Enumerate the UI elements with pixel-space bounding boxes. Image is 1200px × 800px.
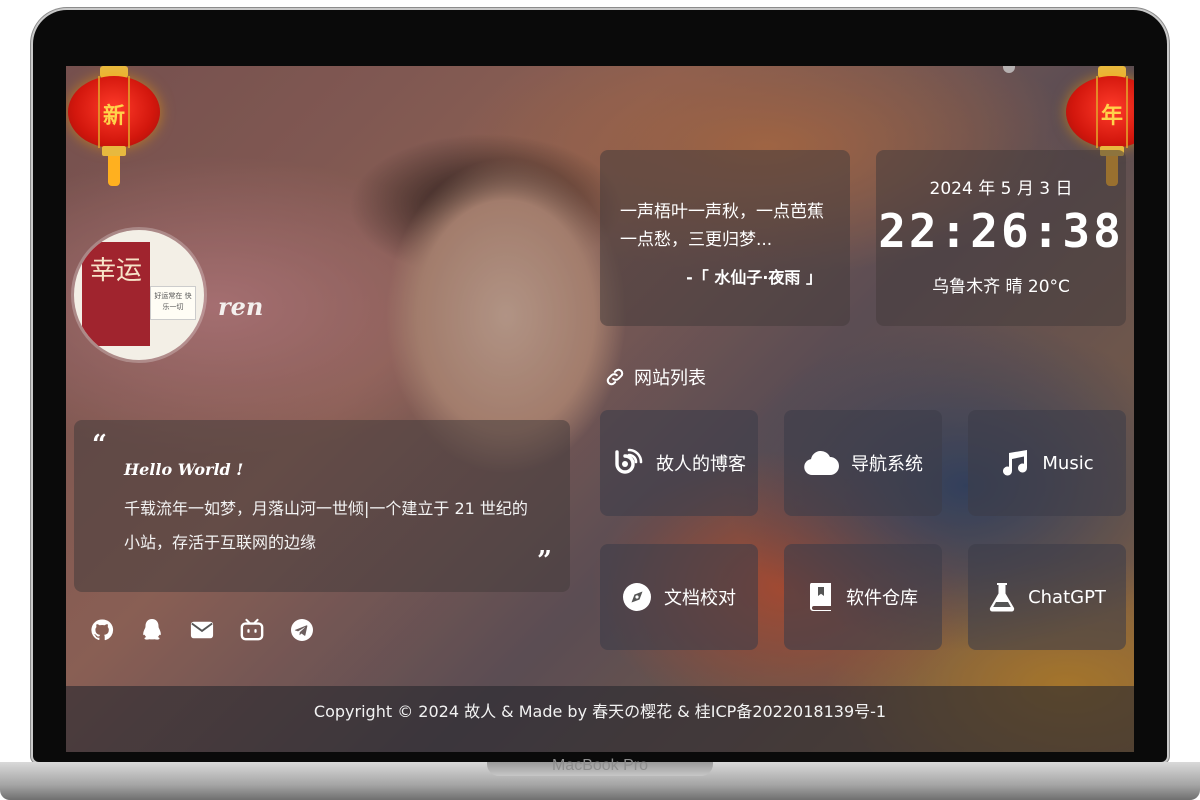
site-tile-blog[interactable]: 故人的博客	[600, 410, 758, 516]
close-quote-icon: ”	[537, 546, 552, 576]
site-tile-software[interactable]: 软件仓库	[784, 544, 942, 650]
site-tile-label: Music	[1042, 452, 1094, 474]
link-icon	[606, 368, 624, 386]
site-tile-navigation[interactable]: 导航系统	[784, 410, 942, 516]
mail-icon[interactable]	[190, 618, 214, 642]
poem-text: 一声梧叶一声秋，一点芭蕉一点愁，三更归梦...	[620, 202, 824, 250]
poem-source: -「 水仙子·夜雨 」	[686, 268, 822, 287]
book-icon	[809, 583, 831, 611]
site-tile-chatgpt[interactable]: ChatGPT	[968, 544, 1126, 650]
site-tile-label: ChatGPT	[1028, 586, 1106, 608]
cloud-icon	[804, 450, 839, 475]
qq-icon[interactable]	[140, 618, 164, 642]
device-label: MacBook Pro	[551, 757, 649, 774]
site-tile-label: 导航系统	[851, 454, 923, 475]
site-tile-music[interactable]: Music	[968, 410, 1126, 516]
open-quote-icon: “	[92, 430, 107, 460]
hello-title: Hello World !	[124, 460, 244, 479]
hello-card: “ Hello World ! 千载流年一如梦，月落山河一世倾|一个建立于 21…	[74, 420, 570, 592]
site-tile-docs[interactable]: 文档校对	[600, 544, 758, 650]
github-icon[interactable]	[90, 618, 114, 642]
lantern-left-icon: 新	[68, 66, 160, 186]
site-list-title: 网站列表	[604, 364, 706, 390]
site-list-label: 网站列表	[634, 368, 706, 389]
flask-icon	[989, 583, 1015, 612]
compass-icon	[623, 583, 651, 611]
hello-text: 千载流年一如梦，月落山河一世倾|一个建立于 21 世纪的小站，存活于互联网的边缘	[124, 499, 528, 552]
bilibili-icon[interactable]	[240, 618, 264, 642]
lantern-right-char: 年	[1100, 103, 1123, 129]
avatar[interactable]: 幸运 好运常在 快乐一切	[74, 230, 204, 360]
username: ren	[218, 292, 264, 321]
clock-card: 2024 年 5 月 3 日 22:26:38 乌鲁木齐 晴 20°C	[876, 150, 1126, 326]
site-tile-label: 故人的博客	[656, 454, 746, 475]
blog-icon	[615, 448, 643, 474]
avatar-card-text: 幸运	[82, 242, 150, 346]
site-tile-label: 文档校对	[664, 588, 736, 609]
poem-card: 一声梧叶一声秋，一点芭蕉一点愁，三更归梦... -「 水仙子·夜雨 」	[600, 150, 850, 326]
footer-copyright: Copyright © 2024 故人 & Made by 春天の樱花 & 桂I…	[66, 686, 1134, 752]
weather-text: 乌鲁木齐 晴 20°C	[932, 277, 1070, 297]
avatar-note-text: 好运常在 快乐一切	[150, 286, 196, 320]
telegram-icon[interactable]	[290, 618, 314, 642]
music-icon	[1003, 450, 1028, 476]
social-links	[90, 618, 314, 642]
clock-time: 22:26:38	[878, 204, 1124, 258]
homepage-screen: 新 年 幸运 好运常在 快乐一切 ren “ Hello World ! 千载流…	[66, 66, 1134, 752]
lantern-left-char: 新	[102, 103, 125, 129]
site-tile-label: 软件仓库	[846, 588, 918, 609]
date-text: 2024 年 5 月 3 日	[929, 179, 1073, 199]
